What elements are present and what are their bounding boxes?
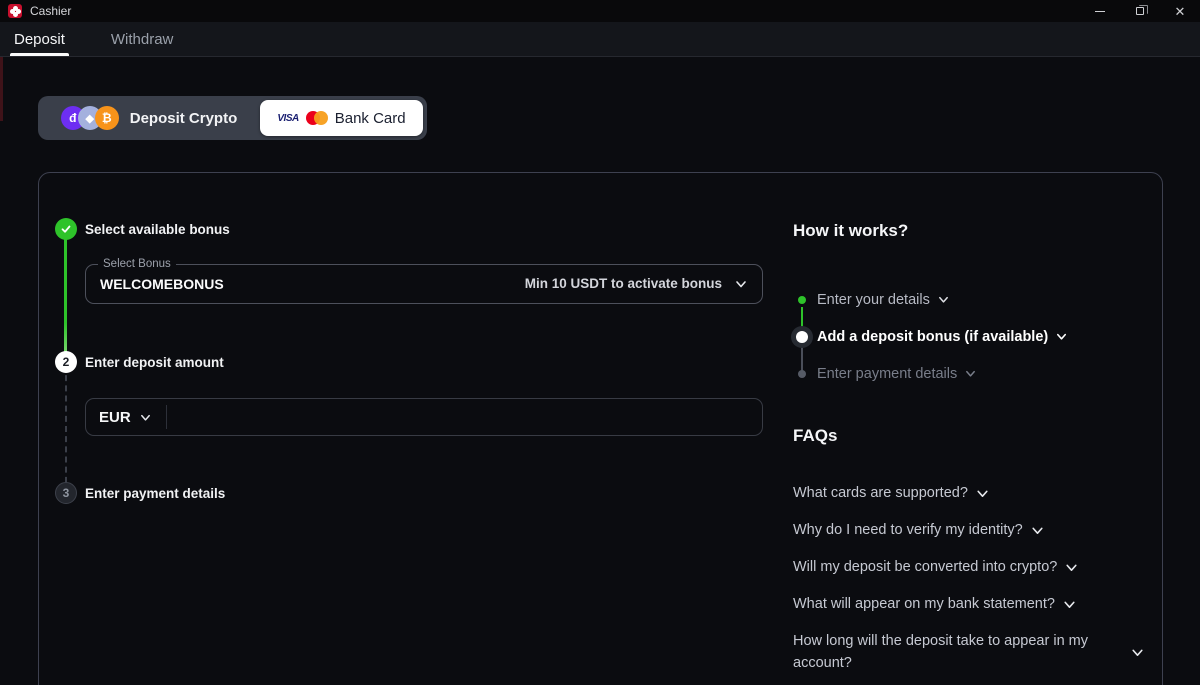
bank-card-label: Bank Card <box>335 110 406 127</box>
step-connector-completed <box>64 231 67 362</box>
bonus-min-hint: Min 10 USDT to activate bonus <box>525 276 722 291</box>
chevron-down-icon <box>1062 597 1077 612</box>
faq-item-deposit-time[interactable]: How long will the deposit take to appear… <box>793 630 1145 674</box>
close-icon: ✕ <box>1175 5 1186 18</box>
tab-withdraw[interactable]: Withdraw <box>107 22 178 56</box>
cashier-app-icon <box>8 4 22 18</box>
minimize-button[interactable] <box>1080 0 1120 22</box>
cashier-tabbar: Deposit Withdraw <box>0 22 1200 57</box>
chevron-down-icon <box>964 367 977 380</box>
check-icon <box>60 223 72 235</box>
bank-card-option[interactable]: VISA Bank Card <box>260 100 423 136</box>
deposit-crypto-option[interactable]: đ ◆ ₿ Deposit Crypto <box>38 96 260 140</box>
step-1-check-icon <box>55 218 77 240</box>
chevron-down-icon <box>734 277 748 291</box>
bonus-field-label: Select Bonus <box>98 258 176 270</box>
currency-select[interactable]: EUR <box>99 409 152 426</box>
step-3-indicator: 3 <box>55 482 77 504</box>
white-dot-icon <box>796 331 808 343</box>
bonus-select-field[interactable]: Select Bonus WELCOMEBONUS Min 10 USDT to… <box>85 258 763 304</box>
visa-logo-icon: VISA <box>277 113 298 124</box>
bonus-field-value: WELCOMEBONUS <box>100 276 224 292</box>
green-dot-icon <box>798 296 806 304</box>
faq-item-converted-crypto[interactable]: Will my deposit be converted into crypto… <box>793 556 1145 578</box>
step-connector-pending <box>65 365 67 493</box>
restore-icon <box>1136 7 1144 15</box>
chevron-down-icon <box>937 293 950 306</box>
chevron-down-icon <box>975 486 990 501</box>
restore-button[interactable] <box>1120 0 1160 22</box>
hiw-item-label: Enter your details <box>817 292 930 308</box>
hiw-item-label: Enter payment details <box>817 366 957 382</box>
chevron-down-icon <box>1055 330 1068 343</box>
amount-input[interactable] <box>167 399 749 435</box>
window-title: Cashier <box>30 4 71 18</box>
left-accent-bar <box>0 57 3 121</box>
chevron-down-icon <box>1064 560 1079 575</box>
step-3-label: Enter payment details <box>85 486 225 501</box>
gray-dot-icon <box>798 370 806 378</box>
faq-item-cards-supported[interactable]: What cards are supported? <box>793 482 1145 504</box>
tab-deposit[interactable]: Deposit <box>10 22 69 56</box>
help-sidebar: How it works? Enter your details Add a d… <box>793 221 1145 674</box>
chevron-down-icon <box>139 411 152 424</box>
title-bar: Cashier ✕ <box>0 0 1200 22</box>
step-2-indicator: 2 <box>55 351 77 373</box>
faqs-title: FAQs <box>793 426 1145 446</box>
bitcoin-coin-icon: ₿ <box>95 106 119 130</box>
hiw-item-payment-details[interactable]: Enter payment details <box>793 355 1145 392</box>
hiw-item-enter-details[interactable]: Enter your details <box>793 281 1145 318</box>
window-controls: ✕ <box>1080 0 1200 22</box>
mastercard-logo-icon <box>306 111 328 125</box>
faq-item-bank-statement[interactable]: What will appear on my bank statement? <box>793 593 1145 615</box>
minimize-icon <box>1095 11 1105 12</box>
chevron-down-icon <box>1030 523 1045 538</box>
deposit-crypto-label: Deposit Crypto <box>130 110 238 127</box>
faq-item-verify-identity[interactable]: Why do I need to verify my identity? <box>793 519 1145 541</box>
faq-list: What cards are supported? Why do I need … <box>793 482 1145 674</box>
step-1-label: Select available bonus <box>85 222 230 237</box>
deposit-amount-field: EUR <box>85 398 763 436</box>
how-it-works-list: Enter your details Add a deposit bonus (… <box>793 281 1145 392</box>
close-button[interactable]: ✕ <box>1160 0 1200 22</box>
hiw-item-label: Add a deposit bonus (if available) <box>817 329 1048 345</box>
hiw-item-deposit-bonus[interactable]: Add a deposit bonus (if available) <box>793 318 1145 355</box>
deposit-panel: Select available bonus Select Bonus WELC… <box>38 172 1163 685</box>
chevron-down-icon <box>1130 645 1145 660</box>
crypto-coins-icon: đ ◆ ₿ <box>61 106 119 130</box>
payment-method-toggle: đ ◆ ₿ Deposit Crypto VISA Bank Card <box>38 96 427 140</box>
step-2-label: Enter deposit amount <box>85 355 224 370</box>
how-it-works-title: How it works? <box>793 221 1145 241</box>
currency-code: EUR <box>99 409 131 426</box>
